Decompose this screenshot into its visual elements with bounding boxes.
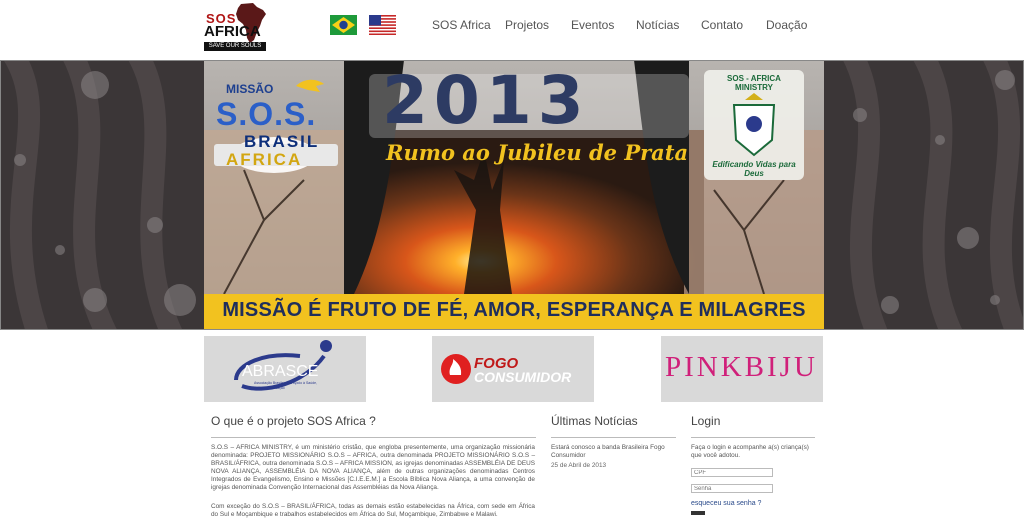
banner-poster[interactable]: MISSÃO S.O.S. BRASIL AFRICA 2013 Rumo ao… — [204, 60, 824, 330]
about-divider — [211, 437, 536, 438]
news-item-date: 25 de Abril de 2013 — [551, 462, 607, 469]
fogo-name2: CONSUMIDOR — [474, 369, 572, 385]
poster-year: 2013 — [382, 62, 590, 139]
poster-right-logo-top: SOS - AFRICA MINISTRY — [727, 74, 781, 92]
password-input[interactable] — [691, 484, 773, 493]
poster-left-logo-line4: AFRICA — [226, 150, 303, 169]
about-title: O que é o projeto SOS Africa ? — [211, 414, 376, 428]
logo-tagline: SAVE OUR SOULS — [204, 42, 266, 51]
partner-abrasce[interactable]: ABRASCE Associação Brasileira de Apoio à… — [204, 336, 366, 402]
poster-right-logo-bottom: Edificando Vidas para Deus — [712, 160, 796, 178]
login-description: Faça o login e acompanhe a(s) criança(s)… — [691, 444, 809, 459]
nav-eventos[interactable]: Eventos — [571, 18, 614, 32]
cpf-input[interactable] — [691, 468, 773, 477]
news-divider — [551, 437, 676, 438]
usa-flag-icon[interactable] — [369, 15, 396, 35]
news-title: Últimas Notícias — [551, 414, 638, 428]
nav-sos-africa[interactable]: SOS Africa — [432, 18, 491, 32]
pinkbiju-name: PINKBIJU — [665, 351, 818, 383]
login-title: Login — [691, 414, 721, 428]
abrasce-name: ABRASCE — [242, 363, 319, 380]
nav-doacao[interactable]: Doação — [766, 18, 807, 32]
forgot-password-link[interactable]: esqueceu sua senha ? — [691, 500, 761, 507]
login-divider — [691, 437, 815, 438]
partner-fogo-consumidor[interactable]: FOGO CONSUMIDOR — [432, 336, 594, 402]
poster-subtitle: Rumo ao Jubileu de Prata — [386, 140, 689, 165]
partner-pinkbiju[interactable]: PINKBIJU — [661, 336, 823, 402]
nav-projetos[interactable]: Projetos — [505, 18, 549, 32]
abrasce-caption: Associação Brasileira de Apoio à Saúde, … — [254, 381, 318, 390]
poster-left-logo-line3: BRASIL — [244, 132, 320, 151]
about-paragraph-2: Com exceção do S.O.S – BRASIL/ÁFRICA, to… — [211, 503, 535, 518]
nav-noticias[interactable]: Notícias — [636, 18, 679, 32]
login-button[interactable] — [691, 511, 705, 515]
news-item-title[interactable]: Estará conosco a banda Brasileira Fogo C… — [551, 444, 679, 460]
site-header: SOS AFRICA SAVE OUR SOULS SOS Africa Pro… — [0, 0, 1024, 60]
nav-contato[interactable]: Contato — [701, 18, 743, 32]
about-paragraph-1: S.O.S – AFRICA MINISTRY, é um ministério… — [211, 444, 535, 491]
poster-left-logo-line1: MISSÃO — [226, 82, 274, 96]
poster-left-logo-line2: S.O.S. — [216, 96, 317, 132]
fogo-flame-icon — [441, 354, 471, 384]
poster-bottom-text: MISSÃO É FRUTO DE FÉ, AMOR, ESPERANÇA E … — [222, 299, 806, 321]
sos-africa-logo[interactable]: SOS AFRICA SAVE OUR SOULS — [203, 2, 267, 54]
logo-line2: AFRICA — [204, 23, 261, 40]
brazil-flag-icon[interactable] — [330, 15, 357, 35]
